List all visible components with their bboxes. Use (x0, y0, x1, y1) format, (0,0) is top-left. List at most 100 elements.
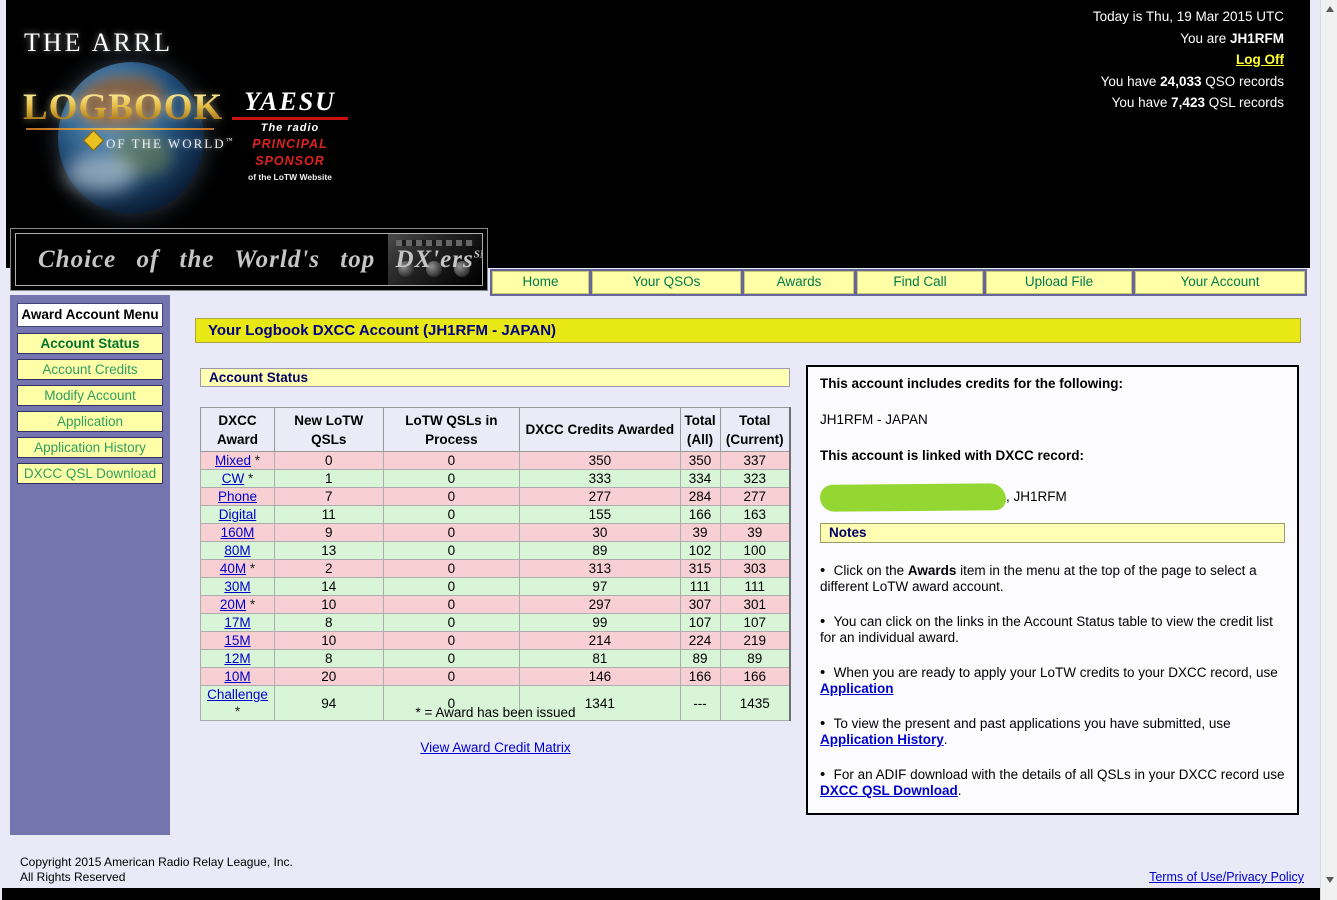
value-cell: 39 (720, 524, 790, 542)
account-info-block: Today is Thu, 19 Mar 2015 UTC You are JH… (1093, 6, 1284, 114)
award-cell: 17M (201, 614, 275, 632)
scroll-down-icon[interactable] (1321, 871, 1337, 888)
yaesu-wordmark: YAESU (232, 88, 348, 116)
award-link-challenge[interactable]: Challenge (207, 687, 268, 702)
award-link-20m[interactable]: 20M (220, 597, 246, 612)
note-link-application-history[interactable]: Application History (820, 732, 944, 747)
value-cell: 166 (680, 668, 720, 686)
value-cell: 0 (383, 578, 520, 596)
value-cell: 0 (383, 650, 520, 668)
copyright: Copyright 2015 American Radio Relay Leag… (20, 855, 293, 885)
value-cell: 337 (720, 452, 790, 470)
yaesu-sponsor-logo: YAESU The radio PRINCIPAL SPONSOR of the… (232, 88, 348, 182)
nav-tab-your-account[interactable]: Your Account (1135, 271, 1305, 294)
sidebar-item-dxcc-qsl-download[interactable]: DXCC QSL Download (17, 463, 163, 484)
award-link-10m[interactable]: 10M (224, 669, 250, 684)
award-cell: 30M (201, 578, 275, 596)
award-cell: 12M (201, 650, 275, 668)
table-row: 12M80818989 (201, 650, 791, 668)
nav-tab-upload-file[interactable]: Upload File (986, 271, 1132, 294)
award-link-phone[interactable]: Phone (218, 489, 257, 504)
value-cell: 111 (680, 578, 720, 596)
sidebar-items: Account Status Account Credits Modify Acco… (17, 333, 163, 484)
notes-header: Notes (820, 523, 1285, 543)
table-row: Digital110155166163 (201, 506, 791, 524)
column-header-lotw-qsls-in-process: LoTW QSLs in Process (383, 408, 520, 452)
value-cell: 0 (383, 452, 520, 470)
linked-record-line: , JH1RFM (820, 484, 1285, 511)
value-cell: 9 (274, 524, 383, 542)
note-item: • Click on the Awards item in the menu a… (820, 563, 1285, 595)
page-title: Your Logbook DXCC Account (JH1RFM - JAPA… (195, 318, 1301, 343)
table-row: 20M *100297307301 (201, 596, 791, 614)
award-account-menu: Award Account Menu Account StatusAccount… (10, 295, 170, 835)
sidebar-item-modify-account[interactable]: Modify Account (17, 385, 163, 406)
logo-divider (26, 128, 214, 130)
award-link-30m[interactable]: 30M (224, 579, 250, 594)
value-cell: 10 (274, 596, 383, 614)
nav-tab-your-qsos[interactable]: Your QSOs (592, 271, 741, 294)
view-award-credit-matrix-link[interactable]: View Award Credit Matrix (420, 740, 570, 755)
value-cell: 20 (274, 668, 383, 686)
award-cell: Digital (201, 506, 275, 524)
sidebar-item-application[interactable]: Application (17, 411, 163, 432)
bullet-icon: • (820, 766, 834, 783)
linked-heading: This account is linked with DXCC record: (820, 448, 1285, 463)
note-text: Awards (908, 563, 957, 578)
value-cell: 0 (383, 470, 520, 488)
log-off-link[interactable]: Log Off (1236, 52, 1284, 67)
nav-tab-home[interactable]: Home (492, 271, 589, 294)
scroll-up-icon[interactable] (1321, 0, 1337, 17)
value-cell: 307 (680, 596, 720, 614)
award-link-12m[interactable]: 12M (224, 651, 250, 666)
value-cell: 0 (383, 614, 520, 632)
award-link-15m[interactable]: 15M (224, 633, 250, 648)
note-text: To view the present and past application… (834, 716, 1231, 731)
table-body: Mixed *00350350337CW *10333334323Phone70… (201, 452, 791, 721)
award-link-cw[interactable]: CW (222, 471, 245, 486)
award-cell: 20M * (201, 596, 275, 614)
tagline-text: Choice of the World's top DX'ersSM (38, 246, 483, 274)
redacted-name-blob (820, 483, 1006, 512)
note-link-dxcc-qsl-download[interactable]: DXCC QSL Download (820, 783, 958, 798)
bullet-icon: • (820, 613, 834, 630)
award-cell: 10M (201, 668, 275, 686)
award-link-mixed[interactable]: Mixed (215, 453, 251, 468)
value-cell: 10 (274, 632, 383, 650)
award-link-17m[interactable]: 17M (224, 615, 250, 630)
value-cell: 107 (720, 614, 790, 632)
award-link-160m[interactable]: 160M (221, 525, 255, 540)
yaesu-red-bar (232, 117, 348, 120)
note-text: Click on the (834, 563, 908, 578)
credits-heading: This account includes credits for the fo… (820, 376, 1285, 391)
table-row: 160M90303939 (201, 524, 791, 542)
award-issued-star: * (246, 561, 255, 576)
vertical-scrollbar[interactable] (1320, 0, 1337, 900)
note-link-application[interactable]: Application (820, 681, 894, 696)
table-row: 40M *20313315303 (201, 560, 791, 578)
value-cell: 0 (383, 632, 520, 650)
value-cell: 13 (274, 542, 383, 560)
nav-tab-awards[interactable]: Awards (744, 271, 854, 294)
value-cell: 7 (274, 488, 383, 506)
nav-tab-find-call[interactable]: Find Call (857, 271, 983, 294)
value-cell: 8 (274, 650, 383, 668)
note-text: . (944, 732, 948, 747)
value-cell: 0 (383, 488, 520, 506)
user-line: You are JH1RFM (1093, 28, 1284, 50)
yaesu-sponsor: SPONSOR (232, 154, 348, 168)
award-cell: Mixed * (201, 452, 275, 470)
sidebar-item-account-status[interactable]: Account Status (17, 333, 163, 354)
value-cell: 301 (720, 596, 790, 614)
bullet-icon: • (820, 664, 834, 681)
terms-privacy-link[interactable]: Terms of Use/Privacy Policy (1149, 870, 1304, 884)
logbook-wordmark: LOGBOOK (23, 86, 253, 129)
award-link-40m[interactable]: 40M (220, 561, 246, 576)
sidebar-item-account-credits[interactable]: Account Credits (17, 359, 163, 380)
value-cell: 313 (520, 560, 680, 578)
award-link-digital[interactable]: Digital (219, 507, 257, 522)
award-link-80m[interactable]: 80M (224, 543, 250, 558)
value-cell: 99 (520, 614, 680, 632)
value-cell: 277 (720, 488, 790, 506)
sidebar-item-application-history[interactable]: Application History (17, 437, 163, 458)
